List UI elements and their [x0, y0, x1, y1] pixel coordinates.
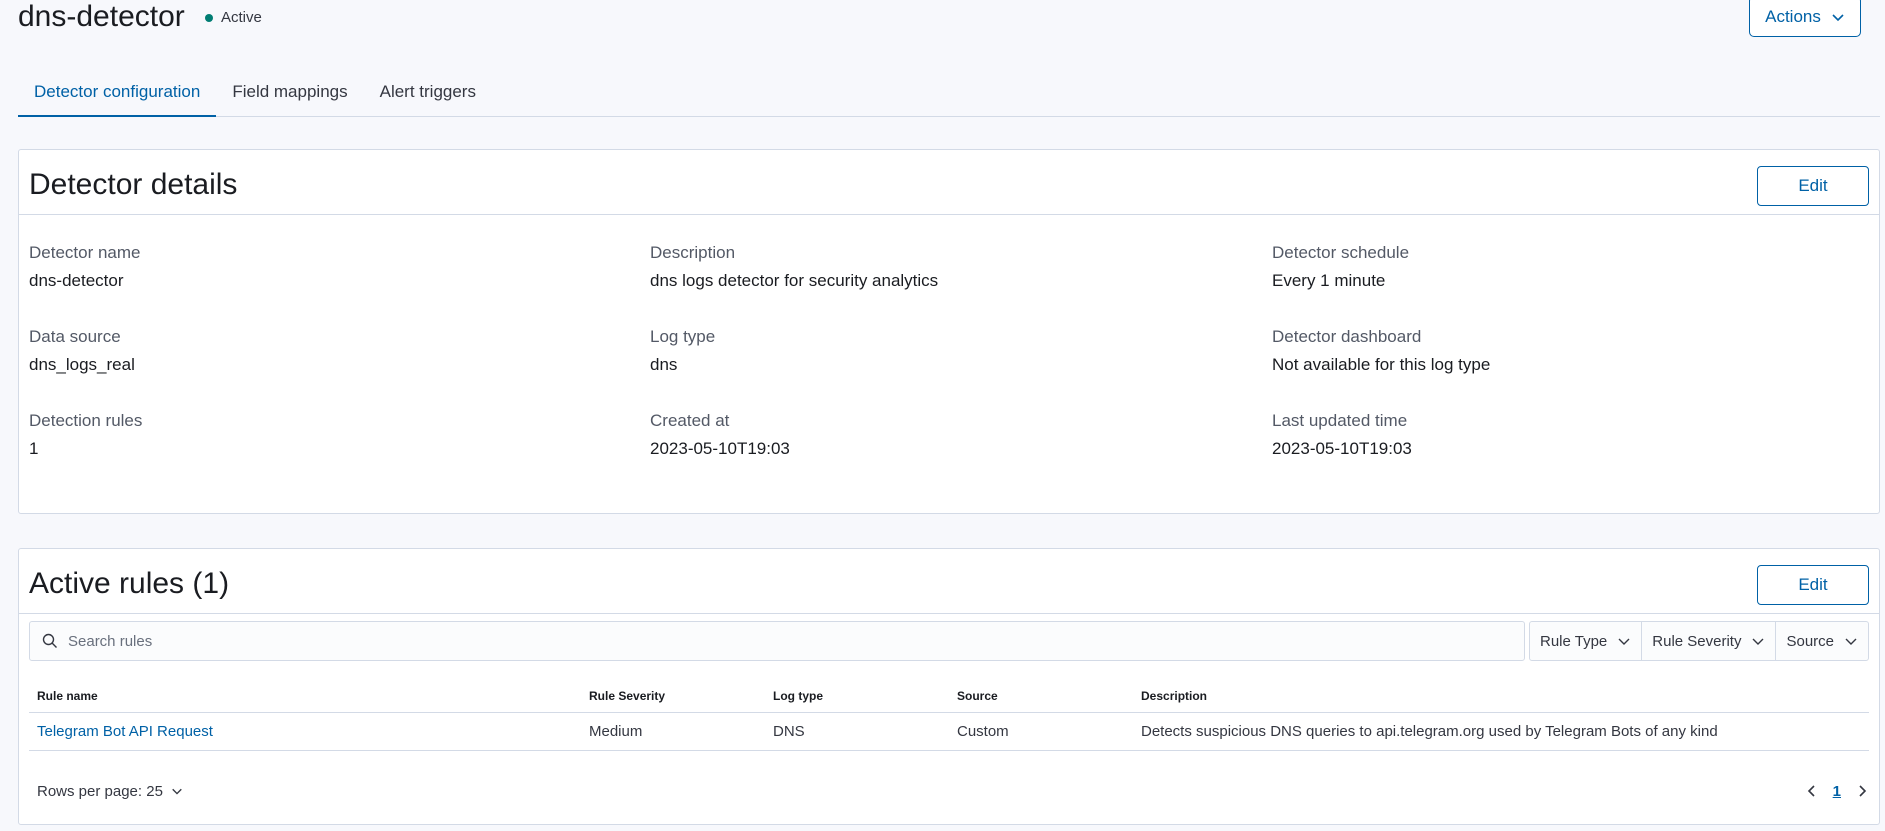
chevron-down-icon	[171, 785, 183, 797]
page-number[interactable]: 1	[1833, 783, 1841, 800]
filter-rule-severity[interactable]: Rule Severity	[1642, 622, 1777, 660]
field-label: Created at	[650, 411, 730, 430]
field-detector-schedule: Detector schedule Every 1 minute	[1272, 242, 1872, 292]
field-value: 2023-05-10T19:03	[650, 439, 790, 458]
rule-source-cell: Custom	[957, 723, 1009, 740]
table-header: Rule name Rule Severity Log type Source …	[29, 689, 1869, 713]
column-rule-severity[interactable]: Rule Severity	[581, 689, 765, 712]
tab-alert-triggers[interactable]: Alert triggers	[364, 72, 492, 117]
field-data-source: Data source dns_logs_real	[29, 326, 629, 376]
page: dns-detector Active Actions Detector con…	[0, 0, 1885, 831]
search-box	[29, 621, 1525, 661]
rules-table: Rule name Rule Severity Log type Source …	[29, 689, 1869, 751]
page-title: dns-detector	[18, 0, 185, 33]
chevron-right-icon[interactable]	[1855, 784, 1869, 798]
field-value: dns	[650, 355, 678, 374]
chevron-down-icon	[1831, 10, 1845, 24]
field-label: Log type	[650, 327, 716, 346]
field-value: dns-detector	[29, 271, 124, 290]
rows-per-page-label: Rows per page: 25	[37, 782, 163, 800]
field-detector-dashboard: Detector dashboard Not available for thi…	[1272, 326, 1872, 376]
table-row: Telegram Bot API Request Medium DNS Cust…	[29, 713, 1869, 751]
tabs: Detector configuration Field mappings Al…	[18, 72, 1880, 117]
detector-details-title: Detector details	[29, 168, 238, 201]
field-created-at: Created at 2023-05-10T19:03	[650, 410, 1250, 460]
actions-label: Actions	[1765, 6, 1821, 26]
column-source[interactable]: Source	[949, 689, 1133, 712]
chevron-left-icon[interactable]	[1805, 784, 1819, 798]
field-value: Not available for this log type	[1272, 355, 1491, 374]
field-label: Description	[650, 243, 736, 262]
active-rules-header: Active rules (1) Edit	[19, 549, 1879, 614]
rule-severity-cell: Medium	[589, 723, 643, 740]
field-value: 2023-05-10T19:03	[1272, 439, 1412, 458]
field-detection-rules: Detection rules 1	[29, 410, 629, 460]
rows-per-page-button[interactable]: Rows per page: 25	[29, 783, 183, 800]
search-icon	[42, 633, 58, 649]
table-footer: Rows per page: 25 1	[29, 779, 1869, 803]
filter-group: Rule Type Rule Severity Source	[1529, 621, 1869, 661]
edit-rules-button[interactable]: Edit	[1757, 565, 1869, 605]
active-rules-title: Active rules (1)	[29, 567, 230, 600]
tab-field-mappings[interactable]: Field mappings	[216, 72, 363, 117]
field-label: Detection rules	[29, 411, 143, 430]
field-label: Last updated time	[1272, 411, 1408, 430]
filter-source[interactable]: Source	[1776, 622, 1868, 660]
field-label: Data source	[29, 327, 121, 346]
filter-label: Rule Type	[1540, 632, 1608, 650]
pagination: 1	[1805, 783, 1869, 800]
field-last-updated: Last updated time 2023-05-10T19:03	[1272, 410, 1872, 460]
field-value: 1	[29, 439, 39, 458]
column-log-type[interactable]: Log type	[765, 689, 949, 712]
detector-details-panel: Detector details Edit Detector name dns-…	[18, 149, 1880, 514]
field-value: dns logs detector for security analytics	[650, 271, 939, 290]
chevron-down-icon	[1617, 634, 1631, 648]
chevron-down-icon	[1844, 634, 1858, 648]
field-description: Description dns logs detector for securi…	[650, 242, 1250, 292]
chevron-down-icon	[1751, 634, 1765, 648]
column-description[interactable]: Description	[1133, 689, 1869, 712]
actions-button[interactable]: Actions	[1749, 0, 1861, 37]
status-text: Active	[221, 9, 262, 26]
page-header: dns-detector Active Actions	[18, 0, 1867, 40]
rule-name-link[interactable]: Telegram Bot API Request	[29, 723, 581, 740]
edit-details-button[interactable]: Edit	[1757, 166, 1869, 206]
rule-description-cell: Detects suspicious DNS queries to api.te…	[1141, 723, 1718, 740]
rule-log-type-cell: DNS	[773, 723, 805, 740]
filter-label: Source	[1786, 632, 1834, 650]
filter-rule-type[interactable]: Rule Type	[1530, 622, 1643, 660]
status-dot-icon	[205, 13, 213, 22]
field-value: dns_logs_real	[29, 355, 135, 374]
field-label: Detector schedule	[1272, 243, 1410, 262]
field-detector-name: Detector name dns-detector	[29, 242, 629, 292]
active-rules-panel: Active rules (1) Edit Rule Type Rule Sev…	[18, 548, 1880, 825]
field-log-type: Log type dns	[650, 326, 1250, 376]
search-input[interactable]	[68, 632, 1468, 650]
field-label: Detector name	[29, 243, 141, 262]
detector-details-header: Detector details Edit	[19, 150, 1879, 215]
field-value: Every 1 minute	[1272, 271, 1386, 290]
column-rule-name[interactable]: Rule name	[29, 689, 581, 712]
field-label: Detector dashboard	[1272, 327, 1422, 346]
filter-label: Rule Severity	[1652, 632, 1742, 650]
status-badge: Active	[205, 9, 262, 26]
tab-detector-configuration[interactable]: Detector configuration	[18, 72, 217, 117]
